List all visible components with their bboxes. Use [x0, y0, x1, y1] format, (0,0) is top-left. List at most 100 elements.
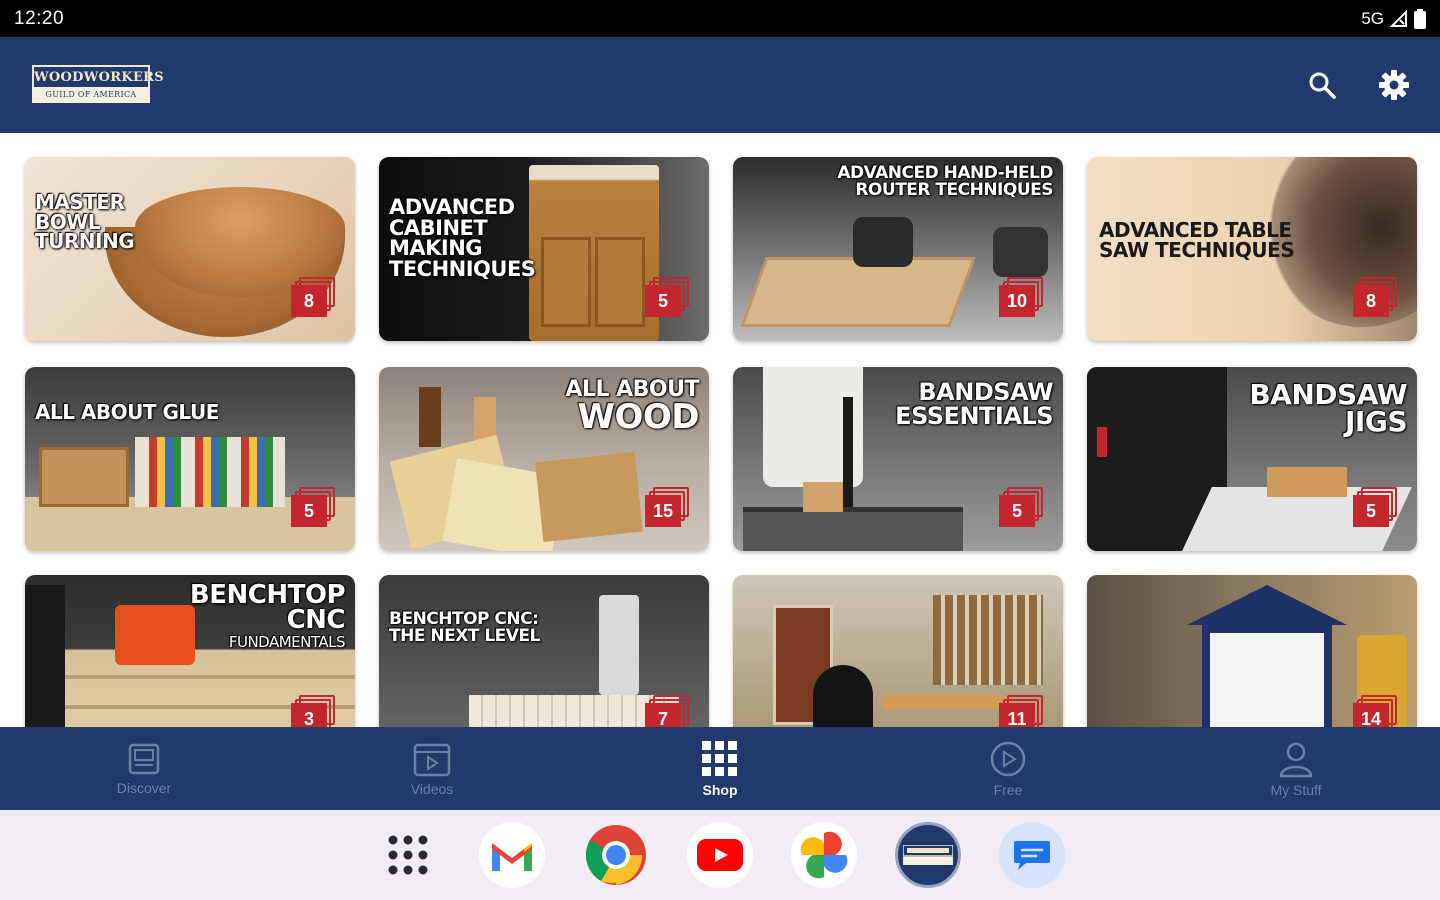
bandsaw-image	[803, 482, 843, 512]
course-title: MASTER BOWL TURNING	[35, 190, 135, 254]
settings-button[interactable]	[1378, 69, 1410, 101]
wood-image	[419, 387, 441, 447]
chrome-icon	[585, 825, 646, 885]
episode-count-badge: 5	[645, 277, 689, 319]
chrome-app[interactable]	[583, 822, 649, 888]
course-card-birdhouse[interactable]: 14	[1087, 575, 1417, 727]
episode-count: 8	[1353, 285, 1389, 317]
cabinet-image	[595, 237, 645, 327]
course-card-workshop[interactable]: 11	[733, 575, 1063, 727]
messages-icon	[1014, 841, 1050, 870]
router-image	[993, 227, 1048, 277]
nav-videos[interactable]: Videos	[288, 727, 576, 810]
gear-icon	[1379, 70, 1409, 100]
episode-count: 7	[645, 703, 681, 727]
episode-count-badge: 7	[645, 695, 689, 727]
messages-app[interactable]	[999, 822, 1065, 888]
episode-count: 3	[291, 703, 327, 727]
course-card-all-about-glue[interactable]: ALL ABOUT GLUE 5	[25, 367, 355, 551]
course-title: BENCHTOP CNC: THE NEXT LEVEL	[389, 609, 540, 646]
logo-bottom-text: GUILD OF AMERICA	[32, 87, 150, 103]
course-title: ADVANCED TABLE SAW TECHNIQUES	[1099, 218, 1295, 262]
course-title: BENCHTOP CNC	[189, 580, 346, 636]
course-card-all-about-wood[interactable]: ALL ABOUT WOOD 15	[379, 367, 709, 551]
episode-count: 10	[999, 285, 1035, 317]
course-card-advanced-cabinet-making[interactable]: ADVANCED CABINET MAKING TECHNIQUES 5	[379, 157, 709, 341]
course-grid: MASTER BOWL TURNING 8 ADVANCED CABINET M…	[0, 133, 1440, 727]
router-image	[853, 217, 913, 267]
wood-image	[535, 451, 643, 543]
course-card-advanced-table-saw[interactable]: ADVANCED TABLE SAW TECHNIQUES 8	[1087, 157, 1417, 341]
search-icon	[1309, 72, 1336, 99]
course-title: BANDSAW JIGS	[1249, 378, 1407, 439]
discover-icon	[128, 743, 160, 774]
workshop-image	[933, 595, 1043, 685]
bandsaw-image	[1267, 467, 1347, 497]
videos-icon	[413, 743, 451, 776]
nav-free[interactable]: Free	[864, 727, 1152, 810]
glue-image	[135, 437, 285, 507]
episode-count-badge: 5	[999, 487, 1043, 529]
router-image	[740, 257, 976, 327]
youtube-icon	[697, 839, 743, 871]
course-title: WOOD	[577, 397, 699, 437]
signal-icon	[1390, 9, 1407, 27]
nav-label: Videos	[410, 780, 454, 797]
nav-shop[interactable]: Shop	[576, 727, 864, 810]
episode-count: 5	[1353, 495, 1389, 527]
app-drawer-icon	[388, 835, 428, 875]
birdhouse-image	[1187, 585, 1347, 625]
app-actions	[1306, 69, 1410, 101]
nav-label: Shop	[702, 781, 738, 798]
episode-count-badge: 14	[1353, 695, 1397, 727]
episode-count-badge: 3	[291, 695, 335, 727]
episode-count: 5	[999, 495, 1035, 527]
course-title: ADVANCED HAND-HELD ROUTER TECHNIQUES	[837, 163, 1053, 200]
nav-label: My Stuff	[1270, 781, 1322, 798]
cnc-image	[599, 595, 639, 695]
episode-count: 11	[999, 703, 1035, 727]
search-button[interactable]	[1306, 69, 1338, 101]
episode-count-badge: 8	[1353, 277, 1397, 319]
woodworkers-app-icon	[903, 845, 953, 865]
episode-count-badge: 15	[645, 487, 689, 529]
woodworkers-app[interactable]	[895, 822, 961, 888]
status-time: 12:20	[14, 7, 65, 29]
birdhouse-image	[1202, 625, 1332, 727]
app-drawer-button[interactable]	[375, 822, 441, 888]
photos-app[interactable]	[791, 822, 857, 888]
status-bar: 12:20 5G	[0, 0, 1440, 37]
battery-icon	[1414, 8, 1426, 29]
episode-count: 5	[291, 495, 327, 527]
woodworkers-logo[interactable]: WOODWORKERS GUILD OF AMERICA	[32, 65, 164, 105]
youtube-app[interactable]	[687, 822, 753, 888]
course-subtitle: FUNDAMENTALS	[228, 633, 346, 651]
episode-count: 15	[645, 495, 681, 527]
person-icon	[1279, 742, 1313, 777]
gmail-app[interactable]	[479, 822, 545, 888]
episode-count-badge: 5	[291, 487, 335, 529]
course-card-benchtop-cnc[interactable]: BENCHTOP CNC FUNDAMENTALS 3	[25, 575, 355, 727]
nav-discover[interactable]: Discover	[0, 727, 288, 810]
course-card-benchtop-cnc-next-level[interactable]: BENCHTOP CNC: THE NEXT LEVEL 7	[379, 575, 709, 727]
episode-count-badge: 5	[1353, 487, 1397, 529]
course-card-advanced-router-techniques[interactable]: ADVANCED HAND-HELD ROUTER TECHNIQUES 10	[733, 157, 1063, 341]
episode-count: 5	[645, 285, 681, 317]
course-card-bandsaw-essentials[interactable]: BANDSAW ESSENTIALS 5	[733, 367, 1063, 551]
nav-label: Discover	[116, 779, 172, 796]
nav-my-stuff[interactable]: My Stuff	[1152, 727, 1440, 810]
course-card-bandsaw-jigs[interactable]: BANDSAW JIGS 5	[1087, 367, 1417, 551]
workshop-image	[883, 695, 1013, 709]
episode-count-badge: 10	[999, 277, 1043, 319]
bandsaw-image	[743, 507, 963, 551]
photos-icon	[800, 831, 848, 879]
bottom-navigation: Discover Videos Shop Free My Stuff	[0, 727, 1440, 810]
gmail-icon	[492, 843, 532, 871]
course-title: ALL ABOUT GLUE	[35, 400, 219, 424]
course-card-master-bowl-turning[interactable]: MASTER BOWL TURNING 8	[25, 157, 355, 341]
workshop-image	[813, 665, 873, 727]
app-dock	[0, 810, 1440, 900]
network-type: 5G	[1361, 8, 1384, 28]
episode-count: 14	[1353, 703, 1389, 727]
episode-count: 8	[291, 285, 327, 317]
